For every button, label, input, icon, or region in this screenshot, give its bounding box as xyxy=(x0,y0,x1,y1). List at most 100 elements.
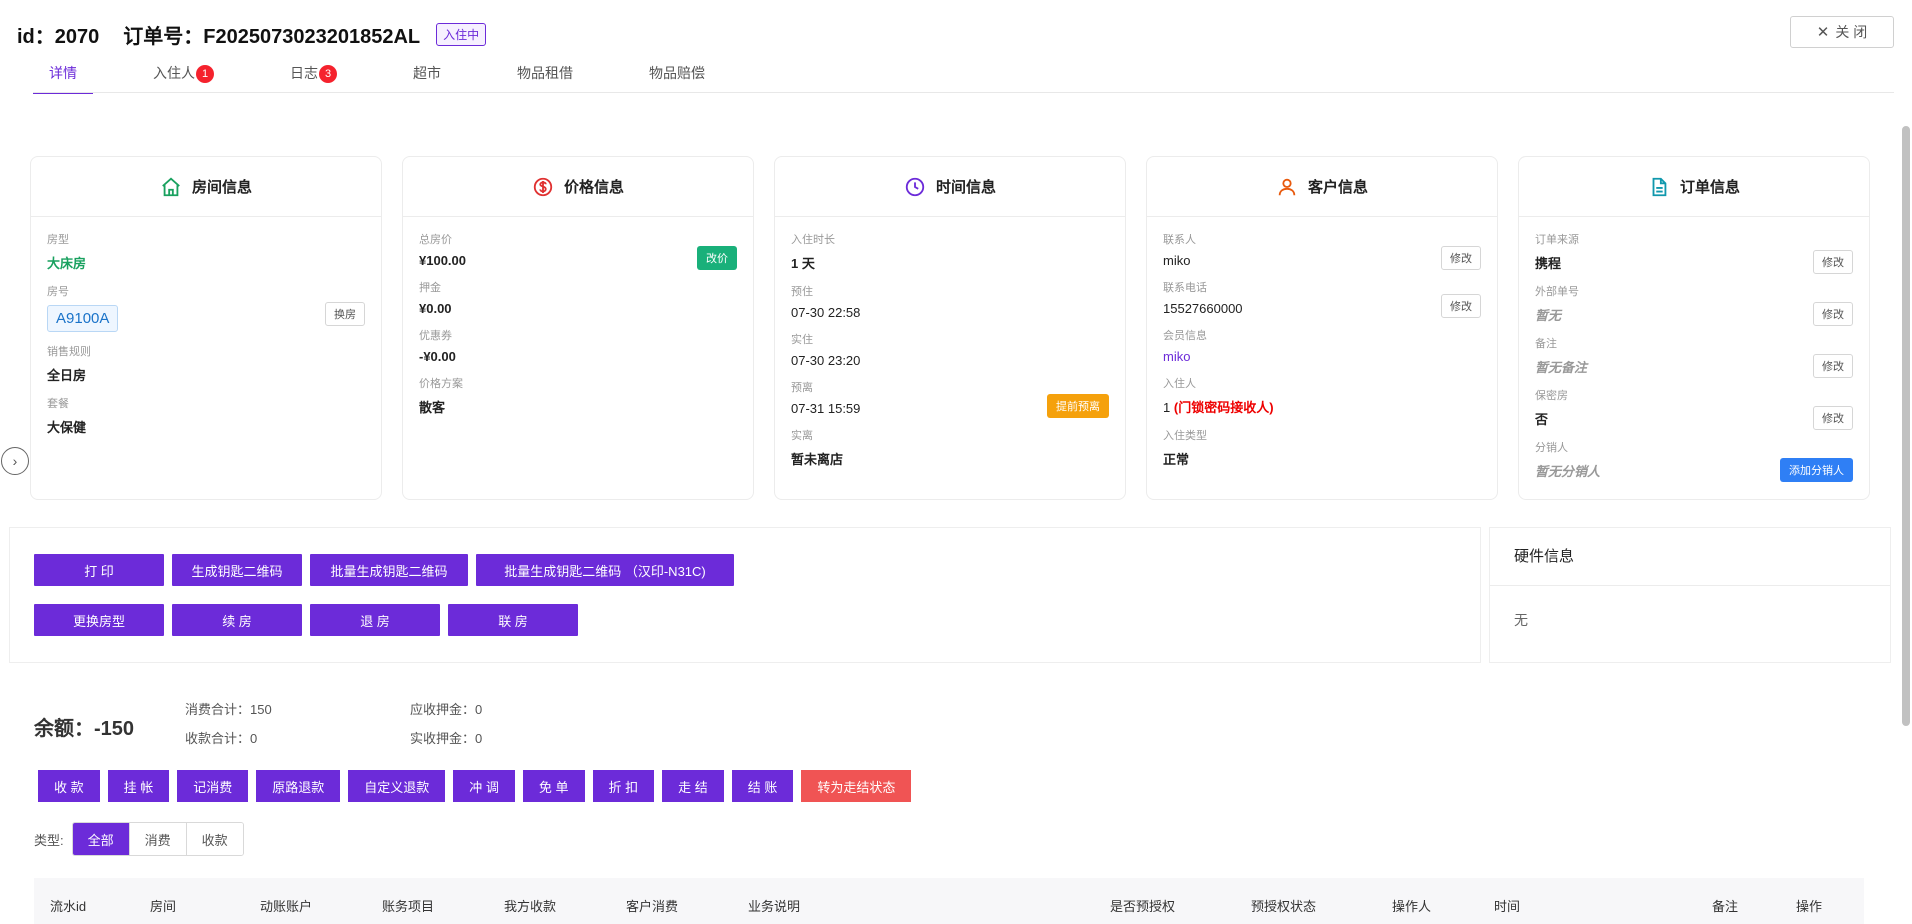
type-receive[interactable]: 收款 xyxy=(186,823,243,855)
expand-sidebar-button[interactable]: › xyxy=(1,447,29,475)
to-walk-settle-button[interactable]: 转为走结状态 xyxy=(801,770,912,802)
price-info-card: 价格信息 总房价 ¥100.00 改价 押金 ¥0.00 优惠券 -¥0.00 价格方案… xyxy=(402,156,754,500)
room-number[interactable]: A9100A xyxy=(47,305,119,332)
deposit-label: 押金 xyxy=(419,282,441,294)
contact-label: 联系人 xyxy=(1163,234,1196,246)
card-title: 价格信息 xyxy=(563,179,624,196)
phone-value: 15527660000 xyxy=(1163,301,1243,316)
settle-button[interactable]: 结 账 xyxy=(731,770,794,802)
count-badge: 1 xyxy=(196,65,214,83)
type-consume[interactable]: 消费 xyxy=(129,823,187,855)
change-room-type-button[interactable]: 更换房型 xyxy=(34,604,164,636)
card-header: 房间信息 xyxy=(31,157,381,217)
tab-label: 详情 xyxy=(49,65,77,81)
checkin-type-label: 入住类型 xyxy=(1163,430,1207,442)
pre-checkout-label: 预离 xyxy=(791,382,813,394)
close-label: 关 闭 xyxy=(1835,24,1868,40)
type-label: 类型: xyxy=(34,832,64,848)
tab-market[interactable]: 超市 xyxy=(397,58,457,94)
collect-button[interactable]: 收 款 xyxy=(38,770,100,802)
edit-contact-button[interactable]: 修改 xyxy=(1441,246,1481,270)
extend-stay-button[interactable]: 续 房 xyxy=(172,604,302,636)
total-price-label: 总房价 xyxy=(419,234,452,246)
card-title: 客户信息 xyxy=(1307,179,1368,196)
deposit-received: 实收押金：0 xyxy=(410,731,483,746)
table-header: 流水id 房间 动账账户 账务项目 我方收款 客户消费 业务说明 是否预授权 预… xyxy=(34,878,1864,924)
member-value[interactable]: miko xyxy=(1163,349,1481,364)
tab-compensation[interactable]: 物品赔偿 xyxy=(633,58,721,94)
sale-rule-label: 销售规则 xyxy=(47,346,91,358)
room-no-label: 房号 xyxy=(47,286,69,298)
seller-label: 分销人 xyxy=(1535,442,1568,454)
guest-count: 1 xyxy=(1163,400,1171,415)
checkout-button[interactable]: 退 房 xyxy=(310,604,440,636)
waive-button[interactable]: 免 单 xyxy=(522,770,585,802)
edit-secret-button[interactable]: 修改 xyxy=(1813,406,1853,430)
external-no-label: 外部单号 xyxy=(1535,286,1579,298)
tab-rental[interactable]: 物品租借 xyxy=(501,58,589,94)
vertical-scrollbar[interactable] xyxy=(1902,126,1910,924)
col-operation: 操作 xyxy=(1796,899,1823,914)
bill-actions: 收 款 挂 帐 记消费 原路退款 自定义退款 冲 调 免 单 折 扣 走 结 结… xyxy=(38,770,919,802)
external-no-value: 暂无 xyxy=(1535,308,1562,323)
card-header: 订单信息 xyxy=(1519,157,1869,217)
print-button[interactable]: 打 印 xyxy=(34,554,164,586)
checkin-type-value: 正常 xyxy=(1163,452,1190,467)
col-our-receive: 我方收款 xyxy=(504,899,557,914)
tab-bar: 详情 入住人 1 日志 3 超市 物品租借 物品赔偿 xyxy=(33,58,765,94)
total-price-value: ¥100.00 xyxy=(419,253,466,268)
duration-value: 1 天 xyxy=(791,256,815,271)
col-description: 业务说明 xyxy=(748,899,801,914)
walk-settle-button[interactable]: 走 结 xyxy=(662,770,724,802)
charge-account-button[interactable]: 挂 帐 xyxy=(107,770,170,802)
gen-key-qrcode-button[interactable]: 生成钥匙二维码 xyxy=(172,554,302,586)
customer-info-card: 客户信息 联系人 miko 修改 联系电话 15527660000 修改 会员信息 mik… xyxy=(1146,156,1498,500)
coupon-label: 优惠券 xyxy=(419,330,452,342)
card-title: 房间信息 xyxy=(191,179,252,196)
record-consumption-button[interactable]: 记消费 xyxy=(177,770,249,802)
custom-refund-button[interactable]: 自定义退款 xyxy=(348,770,446,802)
room-type-label: 房型 xyxy=(47,234,69,246)
type-all[interactable]: 全部 xyxy=(72,823,130,855)
chevron-right-icon: › xyxy=(12,453,18,469)
col-pre-auth: 是否预授权 xyxy=(1110,899,1176,914)
scrollbar-thumb[interactable] xyxy=(1902,126,1910,726)
edit-price-button[interactable]: 改价 xyxy=(697,246,737,270)
batch-key-qrcode-button[interactable]: 批量生成钥匙二维码 xyxy=(310,554,468,586)
real-checkin-label: 实住 xyxy=(791,334,813,346)
col-flow-id: 流水id xyxy=(50,899,87,914)
link-room-button[interactable]: 联 房 xyxy=(448,604,578,636)
tab-guests[interactable]: 入住人 1 xyxy=(137,58,230,94)
hardware-title: 硬件信息 xyxy=(1490,528,1890,586)
user-icon xyxy=(1278,178,1296,195)
deposit-value: ¥0.00 xyxy=(419,301,452,316)
order-info-card: 订单信息 订单来源 携程 修改 外部单号 暂无 修改 备注 暂无备注 修改 保密房否修改 分… xyxy=(1518,156,1870,500)
add-seller-button[interactable]: 添加分销人 xyxy=(1780,458,1853,482)
edit-phone-button[interactable]: 修改 xyxy=(1441,294,1481,318)
tab-label: 超市 xyxy=(413,65,441,81)
change-room-button[interactable]: 换房 xyxy=(325,302,365,326)
tab-detail[interactable]: 详情 xyxy=(33,58,93,94)
col-operator: 操作人 xyxy=(1392,899,1432,914)
sale-rule-value: 全日房 xyxy=(47,368,87,383)
col-account: 动账账户 xyxy=(260,899,313,914)
order-source-value: 携程 xyxy=(1535,256,1562,271)
close-button[interactable]: ✕ 关 闭 xyxy=(1790,16,1894,48)
pre-checkin-label: 预住 xyxy=(791,286,813,298)
card-header: 价格信息 xyxy=(403,157,753,217)
room-info-card: 房间信息 房型 大床房 房号 A9100A 换房 销售规则 全日房 套餐 大保健 xyxy=(30,156,382,500)
batch-key-qrcode-hanyin-button[interactable]: 批量生成钥匙二维码 （汉印-N31C) xyxy=(476,554,734,586)
edit-source-button[interactable]: 修改 xyxy=(1813,250,1853,274)
discount-button[interactable]: 折 扣 xyxy=(592,770,655,802)
time-info-card: 时间信息 入住时长 1 天 预住 07-30 22:58 实住 07-30 23:20… xyxy=(774,156,1126,500)
edit-remark-button[interactable]: 修改 xyxy=(1813,354,1853,378)
original-refund-button[interactable]: 原路退款 xyxy=(256,770,341,802)
col-pre-auth-status: 预授权状态 xyxy=(1251,899,1317,914)
remark-label: 备注 xyxy=(1535,338,1557,350)
early-checkout-button[interactable]: 提前预离 xyxy=(1047,394,1109,418)
action-panel: 打 印 生成钥匙二维码 批量生成钥匙二维码 批量生成钥匙二维码 （汉印-N31C… xyxy=(10,528,1480,662)
adjust-button[interactable]: 冲 调 xyxy=(453,770,515,802)
edit-external-button[interactable]: 修改 xyxy=(1813,302,1853,326)
remark-value: 暂无备注 xyxy=(1535,360,1588,375)
tab-log[interactable]: 日志 3 xyxy=(274,58,353,94)
